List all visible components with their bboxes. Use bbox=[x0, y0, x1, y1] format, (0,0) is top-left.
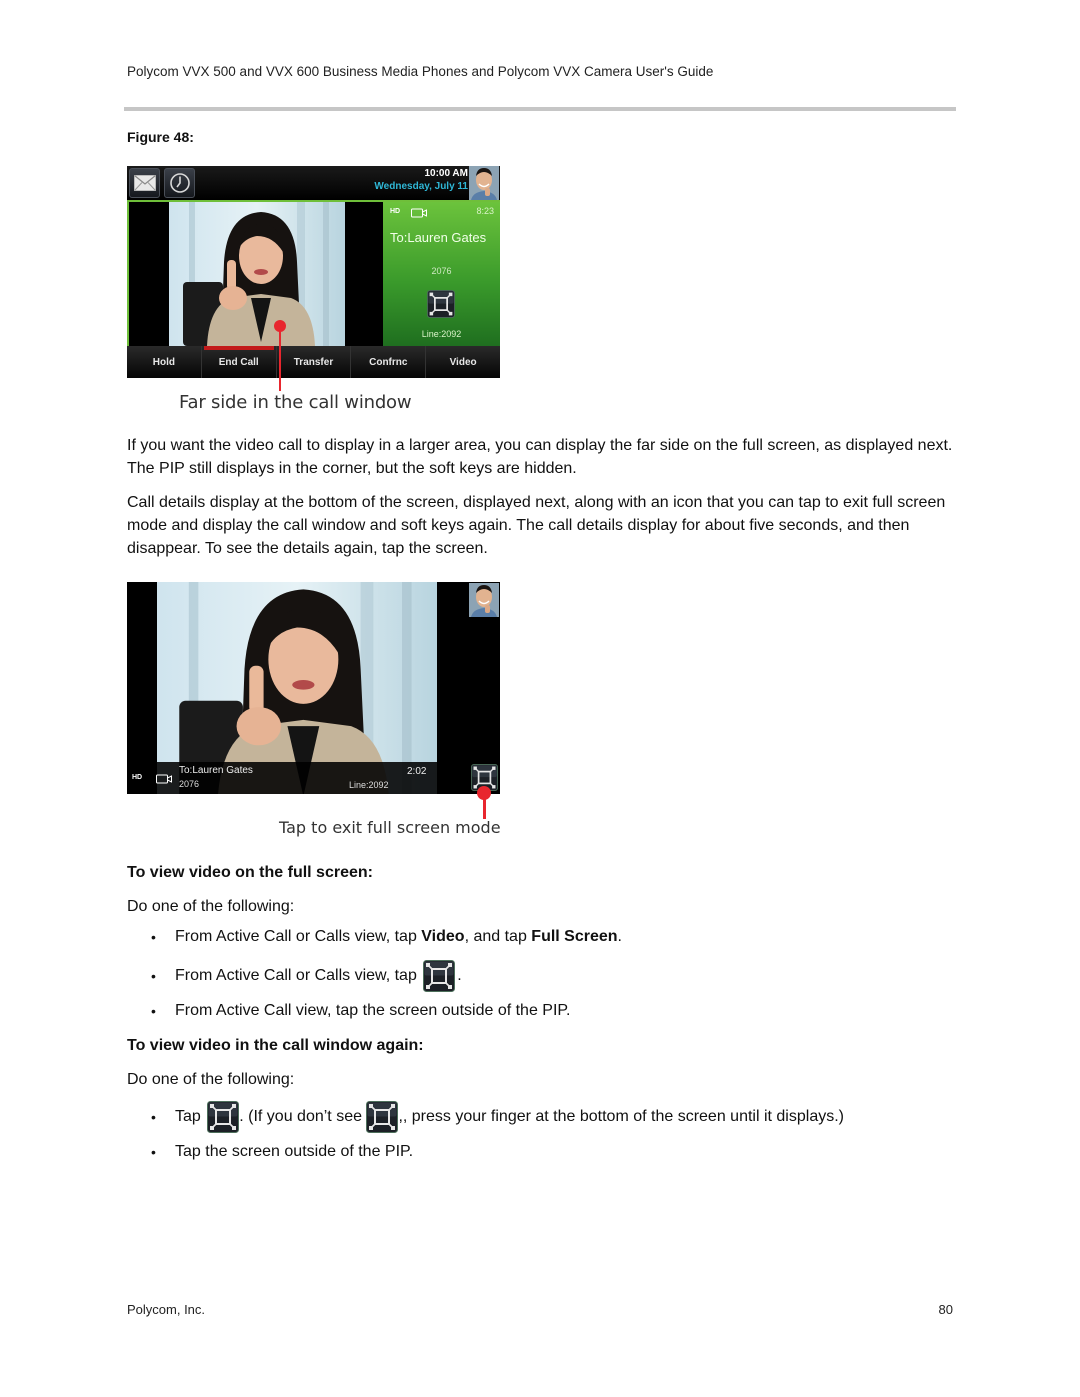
bullet-marker: • bbox=[151, 1003, 156, 1019]
hd-icon: HD bbox=[390, 208, 401, 215]
list-text: , and tap bbox=[464, 928, 532, 945]
footer-page-number: 80 bbox=[938, 1302, 953, 1317]
list-item: • Tap . (If you don’t see ,, press your … bbox=[151, 1101, 844, 1133]
call-line: Line:2092 bbox=[349, 780, 389, 790]
call-line: Line:2092 bbox=[421, 329, 462, 339]
list-item: • Tap the screen outside of the PIP. bbox=[151, 1143, 413, 1161]
clock-icon bbox=[169, 173, 190, 193]
bullet-marker: • bbox=[151, 1144, 156, 1160]
bullet-marker: • bbox=[151, 929, 156, 945]
softkey-video[interactable]: Video bbox=[426, 346, 500, 378]
full-screen-screenshot: HD To:Lauren Gates 2076 Line:2092 2:02 bbox=[127, 582, 500, 794]
list-text: From Active Call or Calls view, tap bbox=[175, 967, 422, 984]
ui-term-full-screen: Full Screen bbox=[531, 928, 618, 945]
softkey-bar: Hold End Call Transfer Confrnc Video bbox=[127, 346, 500, 378]
callout-marker bbox=[274, 320, 286, 332]
ui-term-video: Video bbox=[421, 928, 465, 945]
callout-marker bbox=[477, 786, 491, 800]
call-details-panel[interactable]: HD 8:23 To:Lauren Gates 2076 Line:2092 bbox=[383, 202, 500, 348]
callout-line bbox=[279, 327, 281, 391]
full-screen-icon bbox=[423, 960, 455, 992]
procedure-intro: Do one of the following: bbox=[127, 898, 295, 915]
callout-exit-full-screen: Tap to exit full screen mode bbox=[279, 818, 501, 837]
list-text: . (If you don’t see bbox=[239, 1108, 367, 1125]
mail-icon bbox=[133, 175, 156, 191]
call-number: 2076 bbox=[431, 266, 452, 276]
far-side-video-image bbox=[169, 202, 345, 346]
softkey-conference[interactable]: Confrnc bbox=[351, 346, 427, 378]
exit-full-screen-icon bbox=[366, 1101, 398, 1133]
video-camera-icon bbox=[411, 208, 427, 218]
list-text: Tap bbox=[175, 1108, 206, 1125]
softkey-hold[interactable]: Hold bbox=[127, 346, 202, 378]
hd-icon: HD bbox=[132, 774, 143, 781]
list-text: From Active Call or Calls view, tap bbox=[175, 928, 422, 945]
list-item: • From Active Call or Calls view, tap Vi… bbox=[151, 928, 622, 946]
paragraph: If you want the video call to display in… bbox=[127, 437, 953, 477]
softkey-end-call[interactable]: End Call bbox=[202, 346, 277, 378]
video-camera-icon bbox=[156, 774, 172, 784]
list-text: From Active Call view, tap the screen ou… bbox=[175, 1002, 571, 1019]
pip-self-view[interactable] bbox=[469, 583, 499, 617]
call-recipient: To:Lauren Gates bbox=[390, 230, 487, 245]
call-window-screenshot: 10:00 AM Wednesday, July 11 HD 8:23 To:L… bbox=[127, 166, 500, 378]
softkey-transfer[interactable]: Transfer bbox=[277, 346, 352, 378]
list-item: • From Active Call or Calls view, tap . bbox=[151, 960, 462, 992]
far-side-video[interactable] bbox=[127, 202, 383, 348]
footer-company: Polycom, Inc. bbox=[127, 1302, 206, 1317]
callout-far-side: Far side in the call window bbox=[179, 392, 412, 413]
list-text: ,, press your finger at the bottom of th… bbox=[398, 1108, 844, 1125]
procedure-intro: Do one of the following: bbox=[127, 1071, 295, 1088]
pip-self-view[interactable] bbox=[469, 166, 499, 200]
recent-calls-button[interactable] bbox=[164, 168, 195, 198]
status-date: Wednesday, July 11 bbox=[374, 181, 468, 192]
figure-label: Figure 48: bbox=[127, 129, 194, 145]
status-time: 10:00 AM bbox=[424, 168, 468, 179]
call-duration: 2:02 bbox=[407, 766, 427, 777]
page-header: Polycom VVX 500 and VVX 600 Business Med… bbox=[127, 64, 714, 79]
call-number: 2076 bbox=[179, 779, 200, 789]
paragraph: Call details display at the bottom of th… bbox=[127, 494, 946, 557]
messages-button[interactable] bbox=[129, 168, 160, 198]
exit-full-screen-icon bbox=[207, 1101, 239, 1133]
list-text: Tap the screen outside of the PIP. bbox=[175, 1143, 414, 1160]
list-text: . bbox=[617, 928, 622, 945]
call-details-bar: HD To:Lauren Gates 2076 Line:2092 2:02 bbox=[127, 762, 500, 794]
procedure-heading: To view video in the call window again: bbox=[127, 1037, 424, 1054]
bullet-marker: • bbox=[151, 968, 156, 984]
header-divider bbox=[124, 107, 956, 111]
call-area: HD 8:23 To:Lauren Gates 2076 Line:2092 bbox=[127, 200, 500, 348]
call-recipient: To:Lauren Gates bbox=[179, 765, 253, 776]
full-screen-icon[interactable] bbox=[427, 290, 455, 318]
status-bar: 10:00 AM Wednesday, July 11 bbox=[127, 166, 500, 200]
bullet-marker: • bbox=[151, 1109, 156, 1125]
procedure-heading: To view video on the full screen: bbox=[127, 864, 373, 881]
list-item: • From Active Call view, tap the screen … bbox=[151, 1002, 570, 1020]
call-duration: 8:23 bbox=[476, 206, 494, 216]
list-text: . bbox=[457, 967, 462, 984]
